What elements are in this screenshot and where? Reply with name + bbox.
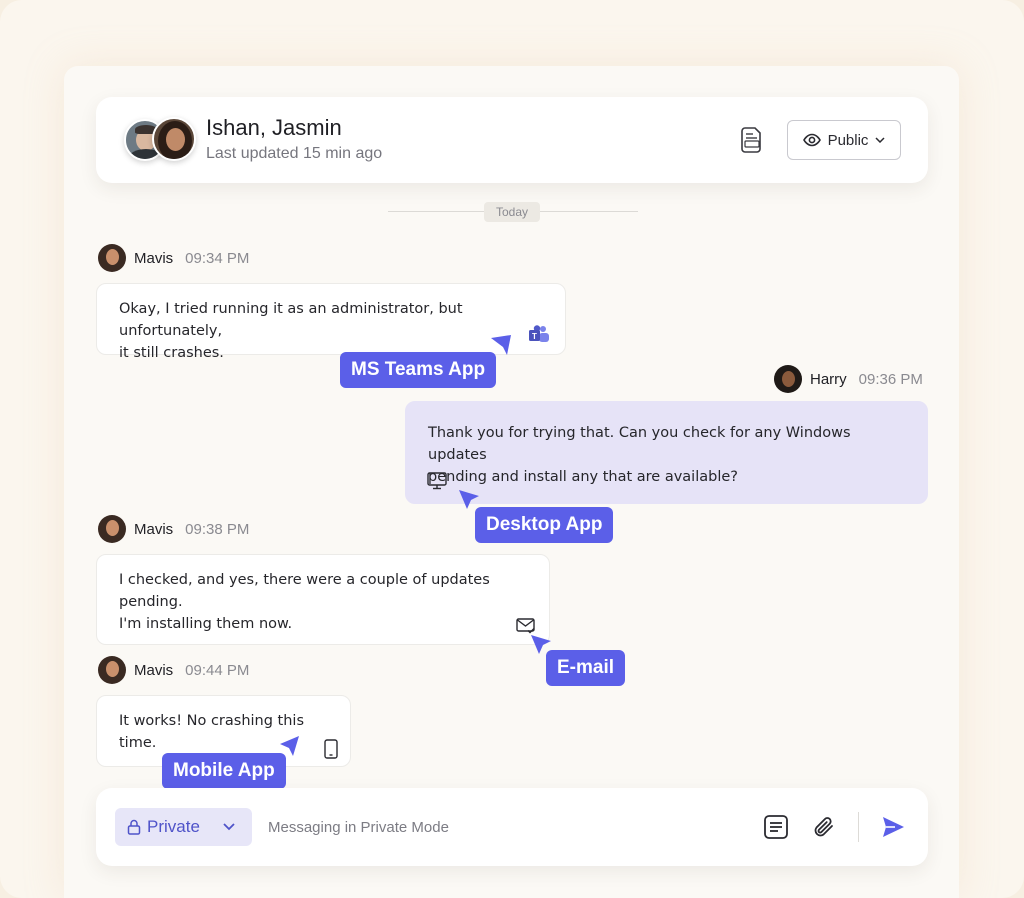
visibility-label: Public bbox=[827, 131, 869, 149]
date-divider: Today bbox=[484, 202, 540, 222]
callout-email: E-mail bbox=[546, 650, 626, 686]
message-time: 09:34 PM bbox=[185, 249, 250, 267]
message-line: Okay, I tried running it as an administr… bbox=[119, 301, 463, 339]
message-composer: Private bbox=[96, 788, 928, 866]
callout-desktop: Desktop App bbox=[475, 507, 614, 543]
message-bubble: I checked, and yes, there were a couple … bbox=[96, 554, 550, 645]
last-updated-text: Last updated 15 min ago bbox=[206, 145, 383, 162]
sender-name: Mavis bbox=[134, 520, 174, 538]
sender-name: Harry bbox=[810, 370, 847, 388]
toolbar-divider bbox=[858, 812, 859, 842]
message-mode-dropdown[interactable]: Private bbox=[115, 808, 252, 846]
avatar-mavis[interactable] bbox=[98, 244, 126, 272]
chevron-down-icon bbox=[223, 823, 235, 831]
mode-label: Private bbox=[147, 817, 200, 836]
sender-name: Mavis bbox=[134, 249, 174, 267]
message-sender: Mavis 09:44 PM bbox=[98, 656, 249, 684]
message-line: I'm installing them now. bbox=[119, 616, 293, 632]
document-icon[interactable] bbox=[741, 127, 763, 153]
mobile-icon bbox=[324, 739, 338, 759]
avatar-jasmin[interactable] bbox=[152, 117, 196, 161]
message-bubble-own: Thank you for trying that. Can you check… bbox=[405, 401, 928, 504]
paperclip-icon[interactable] bbox=[812, 814, 838, 840]
svg-text:T: T bbox=[532, 332, 537, 341]
chevron-down-icon bbox=[875, 137, 885, 143]
sender-name: Mavis bbox=[134, 661, 174, 679]
message-line: pending and install any that are availab… bbox=[428, 469, 738, 485]
message-input[interactable] bbox=[268, 810, 728, 844]
message-time: 09:38 PM bbox=[185, 520, 250, 538]
email-icon bbox=[516, 618, 535, 634]
divider-line-left bbox=[388, 211, 484, 212]
avatar-harry[interactable] bbox=[774, 365, 802, 393]
message-line: I checked, and yes, there were a couple … bbox=[119, 572, 490, 610]
conversation-title: Ishan, Jasmin bbox=[206, 115, 342, 140]
message-line: Thank you for trying that. Can you check… bbox=[428, 425, 851, 463]
callout-ms-teams: MS Teams App bbox=[340, 352, 497, 388]
ms-teams-icon: T bbox=[529, 325, 549, 342]
eye-icon bbox=[802, 133, 821, 147]
lock-icon bbox=[127, 819, 141, 835]
conversation-header: Ishan, Jasmin Last updated 15 min ago Pu… bbox=[96, 97, 928, 183]
template-icon[interactable] bbox=[763, 814, 789, 840]
visibility-dropdown[interactable]: Public bbox=[787, 120, 901, 160]
message-time: 09:36 PM bbox=[858, 370, 923, 388]
desktop-icon bbox=[427, 472, 447, 490]
avatar-mavis[interactable] bbox=[98, 656, 126, 684]
message-sender: Mavis 09:38 PM bbox=[98, 515, 249, 543]
message-time: 09:44 PM bbox=[185, 661, 250, 679]
message-sender: Harry 09:36 PM bbox=[774, 365, 923, 393]
message-sender: Mavis 09:34 PM bbox=[98, 244, 249, 272]
avatar-mavis[interactable] bbox=[98, 515, 126, 543]
divider-line-right bbox=[540, 211, 638, 212]
callout-mobile: Mobile App bbox=[162, 753, 286, 789]
send-icon[interactable] bbox=[880, 814, 906, 840]
